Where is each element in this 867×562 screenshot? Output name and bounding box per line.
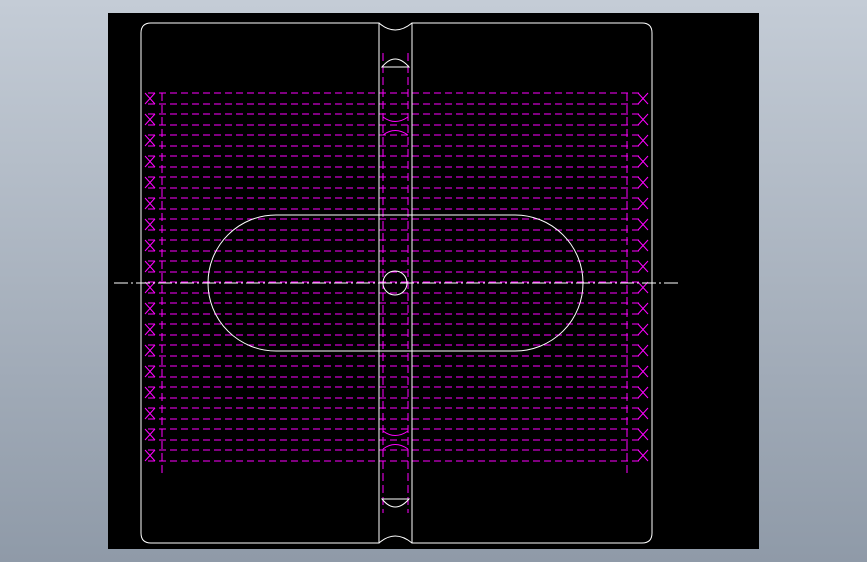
cad-viewport[interactable]: [108, 13, 759, 549]
cad-drawing: [108, 13, 759, 549]
